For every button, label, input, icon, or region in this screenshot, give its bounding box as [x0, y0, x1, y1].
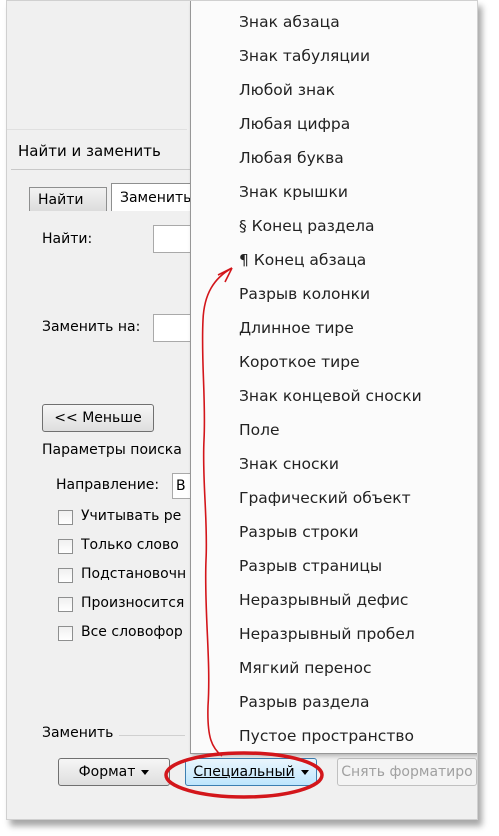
- checkbox-label: Все словофор: [81, 624, 183, 640]
- direction-select[interactable]: В: [172, 473, 192, 499]
- dialog-background: [7, 1, 187, 129]
- format-button-label: Формат: [78, 764, 136, 780]
- checkbox-sounds-like[interactable]: [58, 597, 73, 612]
- special-button[interactable]: Специальный: [185, 758, 317, 786]
- checkbox-all-word-forms[interactable]: [58, 626, 73, 641]
- special-button-label: Специальный: [193, 764, 295, 780]
- menu-item[interactable]: Разрыв раздела: [239, 693, 369, 711]
- menu-item[interactable]: Мягкий перенос: [239, 659, 371, 677]
- screenshot-frame: Найти и заменить Найти Заменить Найти: З…: [6, 0, 478, 820]
- menu-item[interactable]: Знак концевой сноски: [239, 387, 422, 405]
- replace-section-label: Заменить: [42, 725, 114, 741]
- section-divider: [119, 735, 185, 736]
- menu-item[interactable]: Поле: [239, 421, 280, 439]
- direction-label: Направление:: [56, 477, 160, 493]
- format-button[interactable]: Формат: [58, 758, 170, 786]
- special-menu: Знак абзаца Знак табуляции Любой знак Любая…: [190, 1, 477, 754]
- no-formatting-button: Снять форматиро: [337, 758, 477, 786]
- menu-item[interactable]: Знак сноски: [239, 455, 339, 473]
- menu-item[interactable]: Знак табуляции: [239, 47, 370, 65]
- menu-item[interactable]: Длинное тире: [239, 319, 354, 337]
- checkbox-whole-word[interactable]: [58, 539, 73, 554]
- replace-input[interactable]: [153, 314, 193, 342]
- menu-item[interactable]: Любой знак: [239, 81, 335, 99]
- chevron-down-icon: [141, 769, 150, 775]
- dialog-title: Найти и заменить: [18, 142, 161, 160]
- menu-item[interactable]: Разрыв строки: [239, 523, 359, 541]
- checkbox-wildcards[interactable]: [58, 568, 73, 583]
- menu-item[interactable]: Разрыв страницы: [239, 557, 382, 575]
- find-input[interactable]: [153, 225, 193, 253]
- less-button[interactable]: << Меньше: [42, 404, 154, 432]
- chevron-down-icon: [300, 769, 309, 775]
- find-label: Найти:: [42, 231, 93, 247]
- replace-label: Заменить на:: [42, 319, 141, 335]
- dialog-client-area: [11, 169, 191, 819]
- menu-item[interactable]: Любая цифра: [239, 115, 350, 133]
- checkbox-match-case[interactable]: [58, 510, 73, 525]
- menu-item[interactable]: Знак крышки: [239, 183, 348, 201]
- menu-item[interactable]: Пустое пространство: [239, 727, 414, 745]
- checkbox-label: Только слово: [81, 537, 179, 553]
- checkbox-label: Подстановочн: [81, 566, 185, 582]
- checkbox-label: Произносится: [81, 595, 185, 611]
- dialog-title-bar: Найти и заменить: [7, 129, 187, 170]
- menu-item[interactable]: Графический объект: [239, 489, 411, 507]
- menu-item[interactable]: § Конец раздела: [239, 217, 375, 235]
- menu-item[interactable]: Знак абзаца: [239, 13, 340, 31]
- checkbox-label: Учитывать ре: [81, 508, 182, 524]
- menu-item[interactable]: Неразрывный дефис: [239, 591, 408, 609]
- menu-item[interactable]: Любая буква: [239, 149, 344, 167]
- menu-item[interactable]: Разрыв колонки: [239, 285, 370, 303]
- search-params-label: Параметры поиска: [42, 442, 182, 458]
- tab-replace[interactable]: Заменить: [111, 183, 201, 211]
- menu-item[interactable]: Неразрывный пробел: [239, 625, 415, 643]
- menu-item[interactable]: Короткое тире: [239, 353, 360, 371]
- menu-item[interactable]: ¶ Конец абзаца: [239, 251, 366, 269]
- tab-find[interactable]: Найти: [29, 187, 107, 211]
